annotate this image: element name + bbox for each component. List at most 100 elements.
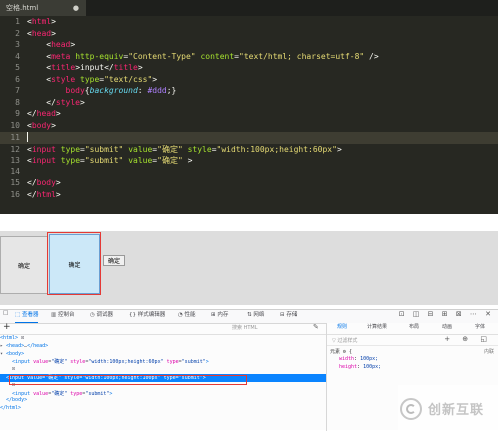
code-token: #ddd bbox=[147, 86, 167, 95]
code-line[interactable]: 10 <body> bbox=[0, 121, 498, 133]
declaration-height[interactable]: height: 100px; bbox=[339, 364, 381, 370]
add-node-icon[interactable]: + bbox=[3, 322, 11, 332]
code-token: < bbox=[27, 51, 52, 61]
code-token: </ bbox=[27, 109, 37, 118]
tree-token: </html> bbox=[0, 405, 22, 412]
line-number: 8 bbox=[15, 97, 20, 107]
devtools-tab[interactable]: {} 样式编辑器 bbox=[129, 310, 165, 323]
code-token: > bbox=[55, 109, 61, 118]
markup-tree[interactable]: <html> ⊡ ▸ <head>…</head> ▾ <body> <input … bbox=[0, 335, 326, 413]
code-token: background bbox=[89, 86, 138, 95]
devtools-tab[interactable]: ⬚ 查看器 bbox=[15, 310, 39, 323]
devtools-window-icons[interactable]: ⊡ ◫ ⊟ ⊞ ⊠ ⋯ ✕ bbox=[399, 310, 494, 323]
code-token: > bbox=[336, 144, 342, 154]
tree-node[interactable]: ⊡ bbox=[0, 382, 326, 390]
tree-token: ⊡ bbox=[18, 335, 25, 341]
tree-node[interactable]: <input value="确定" style="width:100px;hei… bbox=[0, 358, 326, 366]
code-token: </ bbox=[27, 97, 56, 107]
code-token: head bbox=[31, 28, 52, 38]
rules-tab[interactable]: 规则 bbox=[337, 323, 347, 334]
code-token: < bbox=[27, 40, 52, 49]
code-line[interactable]: 4 <meta http-equiv="Content-Type" conten… bbox=[0, 52, 498, 64]
tree-token: "submit" bbox=[85, 390, 110, 397]
inspector-search-row: + 搜索 HTML ✎ bbox=[0, 322, 326, 335]
rules-tab[interactable]: 字体 bbox=[475, 323, 485, 334]
element-picker-icon[interactable]: ✎ bbox=[313, 323, 319, 331]
code-token: html bbox=[31, 17, 52, 26]
code-token: body bbox=[36, 178, 56, 187]
declaration-width[interactable]: width: 100px; bbox=[339, 356, 378, 362]
line-number: 15 bbox=[10, 178, 20, 187]
line-number: 2 bbox=[15, 28, 20, 38]
tree-token: </head> bbox=[27, 342, 49, 349]
code-token: > bbox=[182, 156, 193, 165]
code-line[interactable]: 13 <input type="submit" value="确定" > bbox=[0, 155, 498, 167]
search-html-input[interactable]: 搜索 HTML bbox=[232, 324, 258, 331]
devtools-tab[interactable]: ⊟ 存储 bbox=[280, 310, 297, 323]
code-token: input bbox=[31, 144, 56, 154]
devtools-tab[interactable]: ⊞ 内存 bbox=[211, 310, 228, 323]
devtools-tab[interactable]: ⇅ 网络 bbox=[247, 310, 264, 323]
code-line[interactable]: 16 </html> bbox=[0, 190, 498, 202]
submit-button-3[interactable]: 确定 bbox=[103, 255, 125, 266]
submit-button-2[interactable]: 确定 bbox=[49, 234, 100, 294]
line-number: 9 bbox=[15, 109, 20, 118]
editor-tab-title: 空格.html bbox=[6, 4, 39, 12]
tree-token: style bbox=[64, 374, 80, 381]
code-token: > bbox=[51, 120, 56, 130]
code-line[interactable]: 15 </body> bbox=[0, 178, 498, 190]
code-line[interactable]: 8 </style> bbox=[0, 98, 498, 110]
rule-source[interactable]: 内联 bbox=[484, 348, 494, 355]
code-editor[interactable]: 空格.html ● 1 <html> 2 <head> 3 <head> 4 <meta … bbox=[0, 0, 498, 214]
code-token: "确定" bbox=[157, 144, 183, 154]
code-line[interactable]: 2 <head> bbox=[0, 29, 498, 41]
code-line[interactable]: 12 <input type="submit" value="确定" style=… bbox=[0, 144, 498, 156]
rules-tab[interactable]: 布局 bbox=[409, 323, 419, 334]
code-line[interactable]: 9 </head> bbox=[0, 109, 498, 121]
code-line[interactable]: 3 <head> bbox=[0, 40, 498, 52]
devtools-tab[interactable]: ◷ 调试器 bbox=[90, 310, 113, 323]
tree-node[interactable]: </html> bbox=[0, 405, 326, 413]
tree-node[interactable]: ▾ <body> bbox=[0, 351, 326, 359]
tree-node[interactable]: </body> bbox=[0, 397, 326, 405]
tab-dirty-icon[interactable]: ● bbox=[73, 0, 79, 16]
code-line[interactable]: 5 <title>input</title> bbox=[0, 63, 498, 75]
code-token: body bbox=[31, 120, 52, 130]
code-line[interactable]: 14 bbox=[0, 167, 498, 179]
tree-token: <input bbox=[12, 390, 34, 397]
rules-tab[interactable]: 动画 bbox=[442, 323, 452, 334]
code-line[interactable]: 11 bbox=[0, 132, 498, 144]
tree-token: value bbox=[27, 374, 43, 381]
devtools-tab[interactable]: ▥ 控制台 bbox=[51, 310, 74, 323]
tree-node[interactable]: ⊡ bbox=[0, 366, 326, 374]
rules-tab[interactable]: 计算结果 bbox=[367, 323, 387, 334]
code-token: input bbox=[31, 156, 56, 165]
selected-tree-node[interactable]: <input value="确定" style="width:100px;hei… bbox=[0, 373, 326, 382]
code-line[interactable]: 6 <style type="text/css"> bbox=[0, 75, 498, 87]
tree-node[interactable]: <input value="确定" type="submit"> bbox=[0, 390, 326, 398]
line-number: 16 bbox=[10, 189, 20, 199]
code-area[interactable]: 1 <html> 2 <head> 3 <head> 4 <meta http-equiv… bbox=[0, 17, 498, 201]
code-token: < bbox=[27, 63, 52, 72]
editor-tab-bar: 空格.html ● bbox=[0, 0, 498, 16]
code-line[interactable]: 1 <html> bbox=[0, 17, 498, 29]
tree-token: <input bbox=[6, 374, 28, 381]
devtools-tab[interactable]: ◔ 性能 bbox=[178, 310, 196, 323]
submit-button-1[interactable]: 确定 bbox=[0, 236, 48, 294]
line-number: 12 bbox=[10, 144, 20, 154]
code-token: < bbox=[27, 74, 52, 84]
filter-styles-input[interactable]: ▽ 过滤样式 bbox=[332, 337, 357, 344]
editor-tab[interactable]: 空格.html ● bbox=[0, 0, 86, 16]
tree-token: > bbox=[109, 390, 113, 397]
tree-node[interactable]: <html> ⊡ bbox=[0, 335, 326, 343]
tree-node[interactable]: ▸ <head>…</head> bbox=[0, 343, 326, 351]
watermark-text: 创新互联 bbox=[428, 403, 485, 418]
filter-actions-icons[interactable]: + ⊕ ◱ bbox=[444, 335, 492, 343]
tree-token: style bbox=[70, 359, 86, 366]
tree-token: > bbox=[202, 374, 206, 381]
tree-token: </body> bbox=[6, 397, 28, 404]
code-token: > bbox=[80, 97, 85, 107]
code-line[interactable]: 7 body{background: #ddd;} bbox=[0, 86, 498, 98]
